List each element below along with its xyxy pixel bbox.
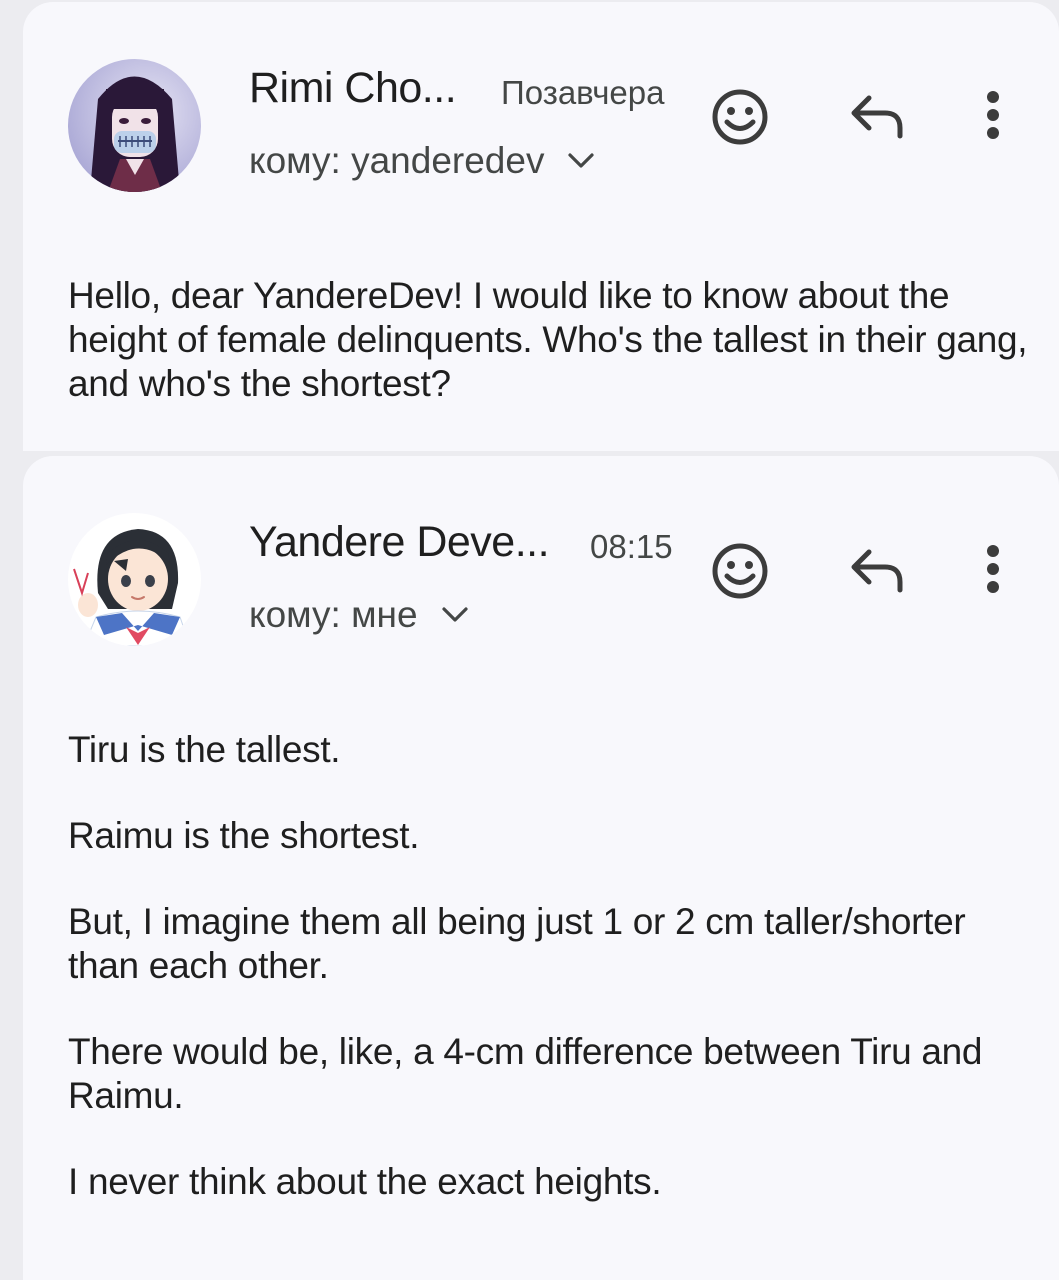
- body-paragraph: Hello, dear YandereDev! I would like to …: [68, 275, 1028, 404]
- reply-arrow-icon[interactable]: [849, 548, 905, 594]
- body-paragraph: Raimu is the shortest.: [68, 815, 420, 856]
- reply-arrow-icon[interactable]: [849, 94, 905, 140]
- more-vertical-icon[interactable]: [983, 90, 1003, 140]
- smiley-icon[interactable]: [711, 542, 769, 600]
- message-card-1: Rimi Cho... Позавчера кому: yanderedev H…: [23, 2, 1059, 451]
- recipient-toggle[interactable]: кому: yanderedev: [249, 140, 596, 182]
- body-paragraph: But, I imagine them all being just 1 or …: [68, 901, 966, 986]
- message-body: Tiru is the tallest. Raimu is the shorte…: [68, 728, 1028, 1204]
- chevron-down-icon: [568, 153, 595, 168]
- body-paragraph: There would be, like, a 4-cm difference …: [68, 1031, 983, 1116]
- sender-name: Yandere Deve...: [249, 518, 550, 566]
- chevron-down-icon: [441, 607, 468, 622]
- avatar-image: [68, 59, 201, 192]
- message-time: 08:15: [590, 528, 673, 565]
- smiley-icon[interactable]: [711, 88, 769, 146]
- body-paragraph: Tiru is the tallest.: [68, 729, 341, 770]
- sender-avatar[interactable]: [68, 59, 201, 192]
- recipient-label: кому: мне: [249, 594, 418, 635]
- message-body: Hello, dear YandereDev! I would like to …: [68, 274, 1028, 406]
- message-card-2: Yandere Deve... 08:15 кому: мне Tiru is …: [23, 456, 1059, 1280]
- recipient-toggle[interactable]: кому: мне: [249, 594, 470, 636]
- sender-avatar[interactable]: [68, 513, 201, 646]
- avatar-image: [68, 513, 201, 646]
- recipient-label: кому: yanderedev: [249, 140, 545, 181]
- sender-name: Rimi Cho...: [249, 64, 457, 112]
- message-time: Позавчера: [501, 74, 665, 111]
- body-paragraph: I never think about the exact heights.: [68, 1161, 662, 1202]
- more-vertical-icon[interactable]: [983, 544, 1003, 594]
